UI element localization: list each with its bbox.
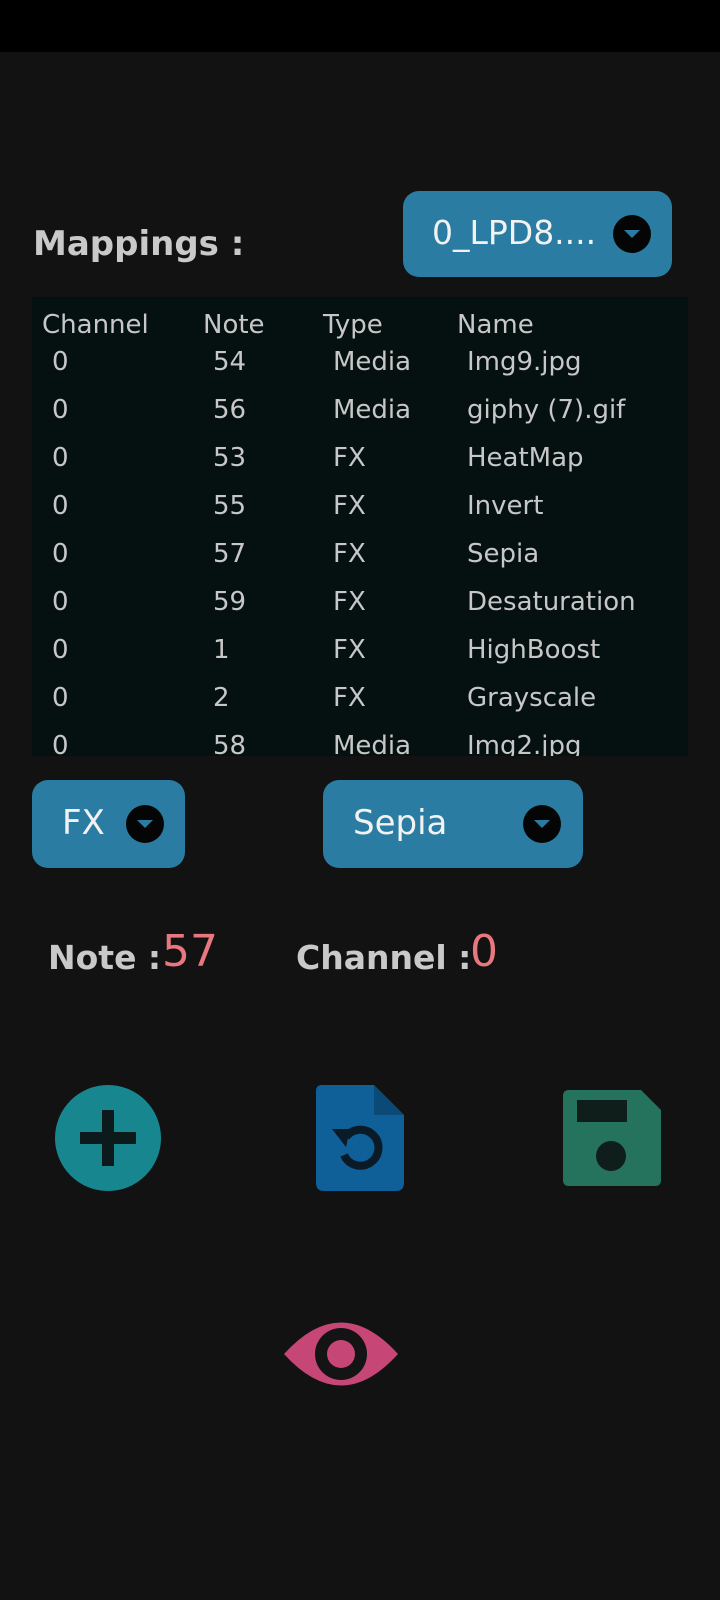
cell-note: 54	[213, 347, 247, 377]
cell-channel: 0	[52, 347, 69, 377]
cell-name: HeatMap	[467, 443, 584, 473]
cell-name: giphy (7).gif	[467, 395, 626, 425]
cell-note: 55	[213, 491, 247, 521]
table-row[interactable]: 0 57 FX Sepia	[32, 539, 688, 587]
cell-note: 58	[213, 731, 247, 756]
type-dropdown[interactable]: FX	[32, 780, 185, 868]
cell-type: FX	[333, 491, 366, 521]
device-dropdown[interactable]: 0_LPD8....	[403, 191, 672, 277]
add-icon	[80, 1110, 136, 1166]
cell-channel: 0	[52, 539, 69, 569]
column-header-name: Name	[457, 310, 534, 340]
type-dropdown-value: FX	[62, 803, 105, 843]
chevron-down-icon	[523, 805, 561, 843]
chevron-down-icon	[126, 805, 164, 843]
cell-channel: 0	[52, 587, 69, 617]
table-row[interactable]: 0 53 FX HeatMap	[32, 443, 688, 491]
table-row[interactable]: 0 1 FX HighBoost	[32, 635, 688, 683]
cell-name: Img2.jpg	[467, 731, 582, 756]
table-row[interactable]: 0 55 FX Invert	[32, 491, 688, 539]
cell-name: Desaturation	[467, 587, 636, 617]
mappings-table[interactable]: Channel Note Type Name 0 54 Media Img9.j…	[32, 297, 688, 756]
column-header-channel: Channel	[42, 310, 149, 340]
cell-note: 56	[213, 395, 247, 425]
device-dropdown-value: 0_LPD8....	[432, 213, 597, 252]
cell-type: Media	[333, 395, 412, 425]
table-row[interactable]: 0 54 Media Img9.jpg	[32, 347, 688, 395]
cell-name: Img9.jpg	[467, 347, 582, 377]
note-value: 57	[162, 926, 218, 977]
cell-type: Media	[333, 731, 412, 756]
cell-name: Invert	[467, 491, 544, 521]
reload-mappings-button[interactable]	[316, 1085, 404, 1191]
channel-label: Channel :	[296, 938, 472, 977]
preview-button[interactable]	[282, 1313, 400, 1395]
status-bar	[0, 0, 720, 52]
chevron-down-icon	[613, 215, 651, 253]
table-row[interactable]: 0 58 Media Img2.jpg	[32, 731, 688, 756]
cell-channel: 0	[52, 491, 69, 521]
cell-note: 1	[213, 635, 230, 665]
column-header-type: Type	[323, 310, 383, 340]
cell-name: Sepia	[467, 539, 540, 569]
cell-type: Media	[333, 347, 412, 377]
cell-channel: 0	[52, 443, 69, 473]
floppy-save-icon	[563, 1090, 661, 1186]
mappings-label: Mappings :	[33, 224, 245, 264]
name-dropdown[interactable]: Sepia	[323, 780, 583, 868]
cell-type: FX	[333, 539, 366, 569]
cell-channel: 0	[52, 395, 69, 425]
cell-note: 57	[213, 539, 247, 569]
cell-channel: 0	[52, 635, 69, 665]
cell-channel: 0	[52, 683, 69, 713]
file-reload-icon	[316, 1085, 404, 1191]
table-row[interactable]: 0 2 FX Grayscale	[32, 683, 688, 731]
name-dropdown-value: Sepia	[353, 803, 448, 843]
eye-icon	[284, 1322, 398, 1386]
cell-type: FX	[333, 443, 366, 473]
cell-type: FX	[333, 587, 366, 617]
save-mappings-button[interactable]	[563, 1090, 661, 1186]
cell-note: 2	[213, 683, 230, 713]
add-mapping-button[interactable]	[55, 1085, 161, 1191]
cell-type: FX	[333, 683, 366, 713]
channel-value: 0	[470, 926, 498, 977]
note-label: Note :	[48, 938, 162, 977]
cell-channel: 0	[52, 731, 69, 756]
cell-note: 59	[213, 587, 247, 617]
cell-name: HighBoost	[467, 635, 601, 665]
cell-note: 53	[213, 443, 247, 473]
cell-name: Grayscale	[467, 683, 597, 713]
cell-type: FX	[333, 635, 366, 665]
column-header-note: Note	[203, 310, 265, 340]
table-row[interactable]: 0 56 Media giphy (7).gif	[32, 395, 688, 443]
table-row[interactable]: 0 59 FX Desaturation	[32, 587, 688, 635]
